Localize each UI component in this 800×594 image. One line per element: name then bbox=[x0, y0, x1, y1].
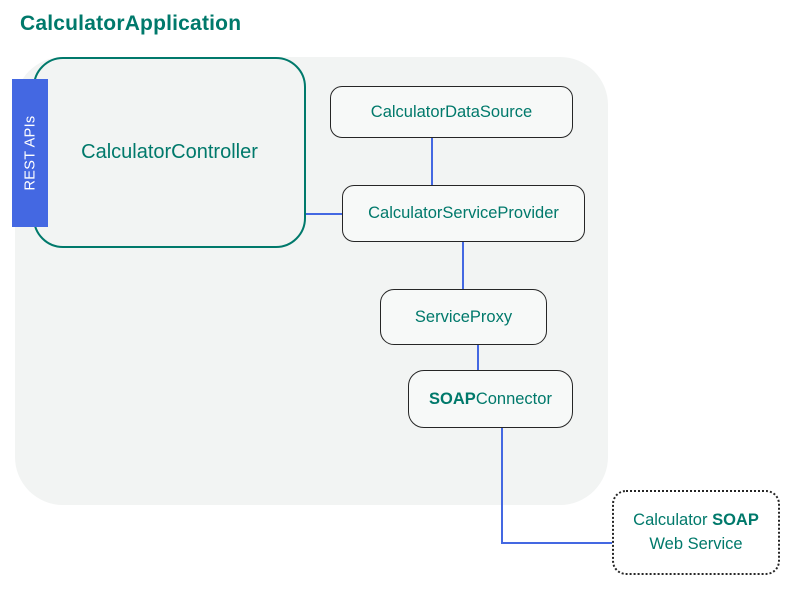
node-calculator-data-source-label: CalculatorDataSource bbox=[371, 103, 532, 122]
diagram-canvas: CalculatorApplication CalculatorControll… bbox=[0, 0, 800, 594]
node-service-proxy-label: ServiceProxy bbox=[415, 308, 512, 327]
node-calculator-service-provider: CalculatorServiceProvider bbox=[342, 185, 585, 242]
connector-provider-to-proxy bbox=[462, 242, 464, 289]
connector-datasource-to-provider bbox=[431, 138, 433, 185]
node-soap-connector-label-rest: Connector bbox=[476, 390, 552, 408]
node-calculator-data-source: CalculatorDataSource bbox=[330, 86, 573, 138]
webservice-label-line1-bold: SOAP bbox=[712, 511, 759, 529]
connector-controller-to-provider bbox=[306, 213, 342, 215]
node-calculator-controller-label: CalculatorController bbox=[81, 141, 258, 164]
page-title: CalculatorApplication bbox=[20, 12, 241, 36]
webservice-label-line2: Web Service bbox=[649, 535, 742, 553]
node-soap-connector-label-bold: SOAP bbox=[429, 390, 476, 408]
node-calculator-controller: CalculatorController bbox=[33, 57, 306, 248]
rest-apis-badge: REST APIs bbox=[12, 79, 48, 227]
rest-apis-badge-label: REST APIs bbox=[22, 116, 38, 191]
node-soap-connector: SOAPConnector bbox=[408, 370, 573, 428]
connector-soapconnector-to-webservice-horizontal bbox=[501, 542, 613, 544]
connector-soapconnector-to-webservice-vertical bbox=[501, 428, 503, 544]
node-calculator-soap-web-service-label: Calculator SOAP Web Service bbox=[633, 509, 759, 557]
node-calculator-soap-web-service: Calculator SOAP Web Service bbox=[612, 490, 780, 575]
webservice-label-line1-regular: Calculator bbox=[633, 511, 707, 529]
node-service-proxy: ServiceProxy bbox=[380, 289, 547, 345]
connector-proxy-to-soapconnector bbox=[477, 345, 479, 370]
node-calculator-service-provider-label: CalculatorServiceProvider bbox=[368, 204, 559, 223]
node-soap-connector-label: SOAPConnector bbox=[429, 390, 552, 409]
webservice-label-line1: Calculator SOAP bbox=[633, 511, 759, 529]
